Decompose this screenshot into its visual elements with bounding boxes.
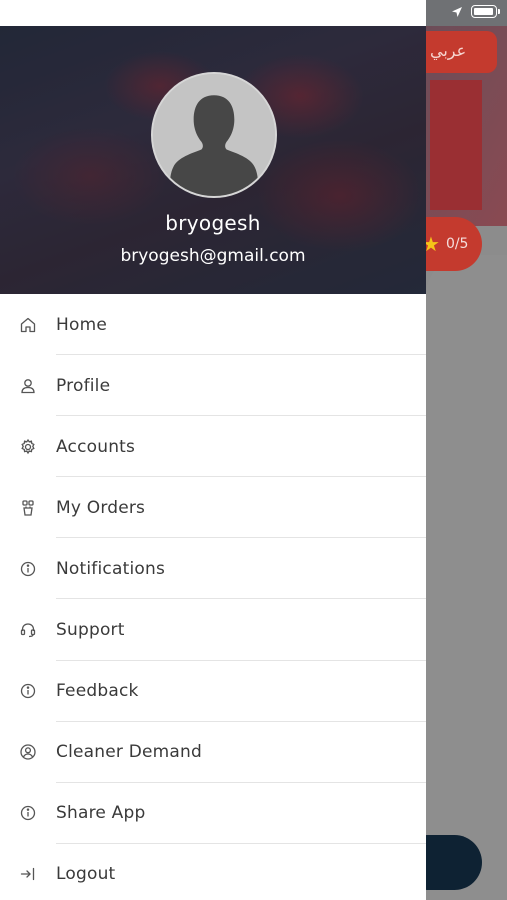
status-icons — [451, 5, 500, 18]
menu-item-logout[interactable]: Logout — [0, 844, 426, 900]
menu-item-label: My Orders — [56, 497, 146, 518]
person-placeholder-icon — [153, 74, 275, 196]
avatar[interactable] — [151, 72, 277, 198]
menu-item-share-app[interactable]: Share App — [0, 783, 426, 844]
info-icon — [19, 804, 37, 822]
background-banner — [430, 80, 482, 210]
menu-item-label: Share App — [56, 803, 146, 824]
home-icon — [19, 316, 37, 334]
user-email: bryogesh@gmail.com — [120, 246, 306, 266]
user-icon — [19, 377, 37, 395]
orders-icon — [19, 499, 37, 517]
menu-item-label: Feedback — [56, 681, 139, 702]
info-icon — [19, 682, 37, 700]
menu-item-feedback[interactable]: Feedback — [0, 661, 426, 722]
menu-item-notifications[interactable]: Notifications — [0, 538, 426, 600]
menu-item-label: Logout — [56, 864, 116, 885]
menu-item-home[interactable]: Home — [0, 294, 426, 356]
background-content-card — [426, 255, 507, 900]
menu-item-label: Notifications — [56, 558, 165, 579]
headset-icon — [19, 621, 37, 639]
menu-item-my-orders[interactable]: My Orders — [0, 477, 426, 539]
rating-text: 0/5 — [445, 236, 469, 252]
menu-item-label: Support — [56, 620, 125, 641]
menu-item-cleaner-demand[interactable]: Cleaner Demand — [0, 722, 426, 783]
navigation-drawer: bryogesh bryogesh@gmail.com Home Profile… — [0, 0, 426, 900]
user-name: bryogesh — [165, 211, 261, 235]
gear-icon — [19, 438, 37, 456]
drawer-menu: Home Profile Accounts My Orders Notifica… — [0, 294, 426, 900]
menu-item-label: Home — [56, 314, 108, 335]
menu-item-label: Profile — [56, 375, 111, 396]
menu-item-accounts[interactable]: Accounts — [0, 416, 426, 478]
menu-item-profile[interactable]: Profile — [0, 355, 426, 417]
menu-item-label: Cleaner Demand — [56, 742, 202, 763]
drawer-status-area — [0, 0, 426, 26]
location-arrow-icon — [452, 6, 462, 17]
battery-icon — [471, 5, 500, 18]
menu-item-label: Accounts — [56, 436, 136, 457]
logout-icon — [19, 865, 37, 883]
user-circle-icon — [19, 743, 37, 761]
menu-item-support[interactable]: Support — [0, 599, 426, 661]
info-icon — [19, 560, 37, 578]
